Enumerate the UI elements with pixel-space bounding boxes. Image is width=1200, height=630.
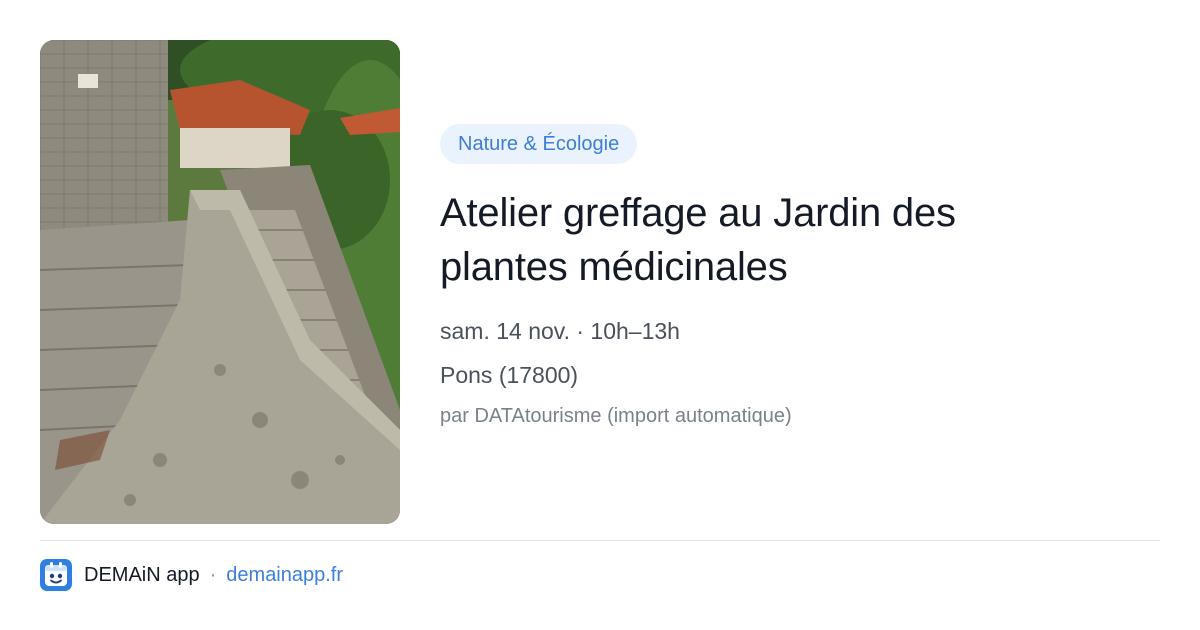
- demain-app-icon: [40, 559, 72, 591]
- footer-separator: ·: [209, 563, 217, 586]
- footer: DEMAiN app · demainapp.fr: [40, 558, 343, 592]
- event-datetime: sam. 14 nov. · 10h–13h: [440, 318, 680, 344]
- footer-divider: [40, 540, 1160, 541]
- event-title-line-2: plantes médicinales: [440, 245, 788, 289]
- event-title-line-1: Atelier greffage au Jardin des: [440, 191, 956, 235]
- event-details: Nature & Écologie Atelier greffage au Ja…: [440, 124, 1160, 430]
- app-name: DEMAiN app: [84, 563, 200, 586]
- event-photo: [40, 40, 400, 524]
- category-badge[interactable]: Nature & Écologie: [440, 124, 638, 164]
- event-location: Pons (17800): [440, 362, 579, 388]
- event-card[interactable]: Nature & Écologie Atelier greffage au Ja…: [0, 0, 1200, 630]
- event-title[interactable]: Atelier greffage au Jardin des plantes m…: [440, 186, 1160, 294]
- event-source: par DATAtourisme (import automatique): [440, 405, 792, 427]
- app-link[interactable]: demainapp.fr: [226, 564, 343, 587]
